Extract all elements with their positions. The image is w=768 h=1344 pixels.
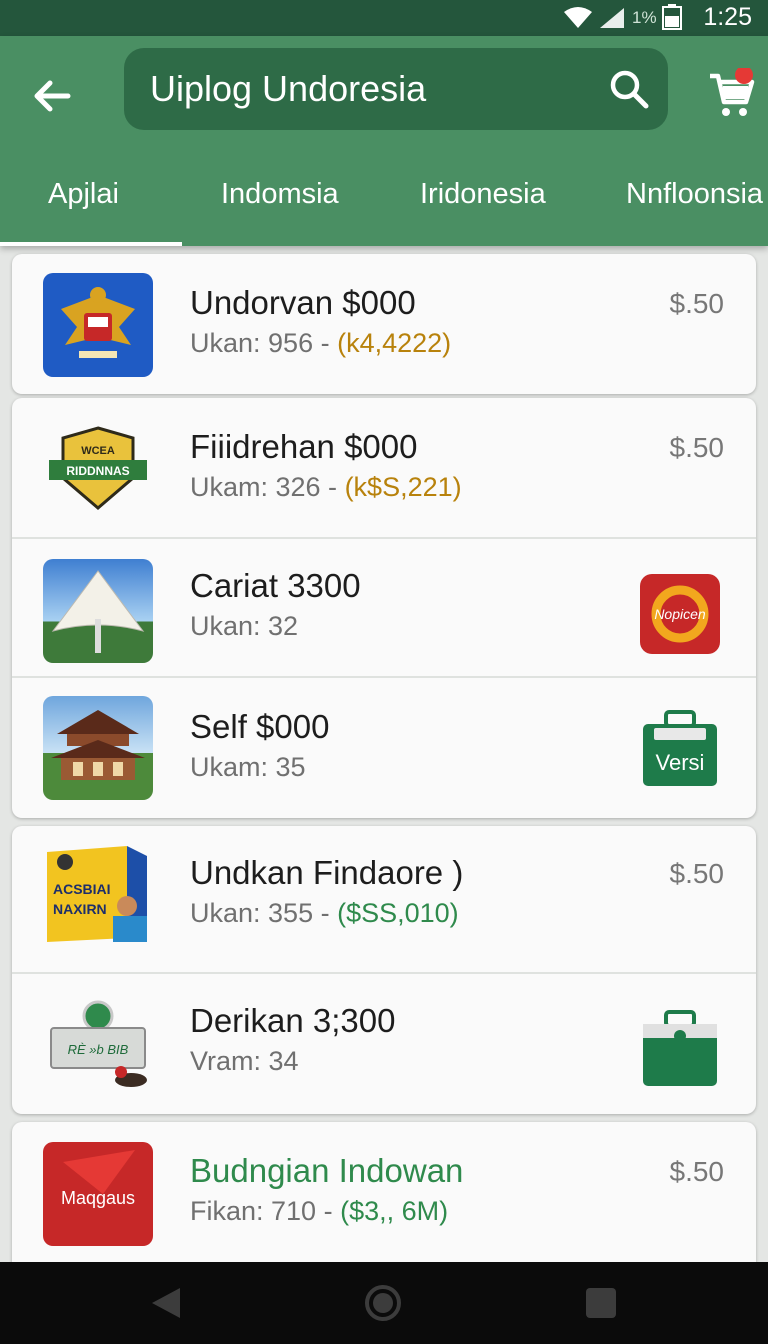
ring-icon: Nopicen [651,585,709,643]
list-item[interactable]: WCEA RIDDNNAS Fiiidrehan $000 Ukam: 326 … [12,398,756,536]
clock: 1:25 [703,3,752,31]
tab-indomsia[interactable]: Indomsia [221,178,339,211]
tab-apjlai[interactable]: Apjlai [48,178,119,211]
app-header: Uiplog Undoresia Apjlai Indomsia Iridone… [0,36,768,246]
tab-indicator [0,242,182,246]
wifi-icon [564,7,592,28]
item-subtitle: Ukan: 32 [190,611,299,641]
signal-icon [600,8,624,28]
briefcase-icon[interactable]: Versi [640,710,720,788]
list-item[interactable]: Cariat 3300 Ukan: 32 Nopicen [12,537,756,675]
item-price: $.50 [669,1156,725,1187]
system-nav-bar [0,1262,768,1344]
badge-text-top: WCEA [81,445,115,457]
product-box-icon: ACSBIAI NAXIRN [47,846,147,942]
list-card: ACSBIAI NAXIRN Undkan Findaore ) Ukan: 3… [12,826,756,1114]
item-subtitle: Ukan: 956 - (k4,4222) [190,328,452,358]
sign-board-icon: RÈ »b BIB [50,1000,147,1087]
red-app-logo-thumbnail: Maqgaus [43,1142,153,1246]
list-card: WCEA RIDDNNAS Fiiidrehan $000 Ukam: 326 … [12,398,756,818]
status-bar: 1% 1:25 [0,0,768,36]
shield-badge-icon: WCEA RIDDNNAS [49,426,147,510]
item-subtitle: Ukan: 355 - ($SS,010) [190,898,459,928]
divider [12,972,756,974]
list-item[interactable]: ACSBIAI NAXIRN Undkan Findaore ) Ukan: 3… [12,826,756,964]
red-app-logo-text: Maqgaus [61,1188,135,1208]
garuda-emblem-thumbnail [43,273,153,377]
arrow-left-icon[interactable] [30,74,74,118]
temple-photo-thumbnail [43,696,153,800]
item-title: Self $000 [190,708,330,745]
cart-icon[interactable] [706,68,756,124]
list-card: Undorvan $000 Ukan: 956 - (k4,4222) $.50 [12,254,756,394]
app-badge-icon[interactable]: Nopicen [640,574,720,654]
item-price: $.50 [669,288,725,319]
recents-square-icon[interactable] [584,1286,618,1320]
badge-logo-thumbnail: WCEA RIDDNNAS [43,416,153,520]
battery-percent: 1% [632,8,657,27]
item-price: $.50 [669,858,725,889]
product-box-thumbnail: ACSBIAI NAXIRN [43,842,153,946]
sign-board-text: RÈ »b BIB [68,1042,129,1057]
back-triangle-icon[interactable] [150,1286,182,1320]
list-item[interactable]: Undorvan $000 Ukan: 956 - (k4,4222) $.50 [12,254,756,392]
briefcase-label: Versi [656,750,705,775]
item-subtitle: Ukam: 35 [190,752,306,782]
item-title: Undkan Findaore ) [190,854,464,891]
sign-board-thumbnail: RÈ »b BIB [43,992,153,1096]
item-title: Undorvan $000 [190,284,416,321]
tab-iridonesia[interactable]: Iridonesia [420,178,546,211]
divider [12,676,756,678]
list-card: Maqgaus Budngian Indowan Fikan: 710 - ($… [12,1122,756,1282]
item-title: Fiiidrehan $000 [190,428,418,465]
item-subtitle: Ukam: 326 - (k$S,221) [190,472,462,502]
tab-bar: Apjlai Indomsia Iridonesia Nnfloonsia [0,166,768,246]
home-circle-icon[interactable] [364,1284,402,1322]
item-title: Derikan 3;300 [190,1002,396,1039]
list-item[interactable]: RÈ »b BIB Derikan 3;300 Vram: 34 [12,972,756,1110]
tent-photo-thumbnail [43,559,153,663]
tab-nnfloonsia[interactable]: Nnfloonsia [626,178,763,211]
badge-text-band: RIDDNNAS [66,464,129,478]
box-text-line2: NAXIRN [53,901,107,917]
search-bar[interactable]: Uiplog Undoresia [124,48,668,130]
list-item[interactable]: Self $000 Ukam: 35 Versi [12,676,756,814]
briefcase-icon-graphic: Versi [643,710,717,786]
tent-icon [51,570,145,653]
list-item[interactable]: Maqgaus Budngian Indowan Fikan: 710 - ($… [12,1122,756,1260]
box-text-line1: ACSBIAI [53,881,111,897]
red-app-logo-icon: Maqgaus [61,1150,135,1208]
temple-icon [51,710,145,780]
item-subtitle: Vram: 34 [190,1046,299,1076]
search-input[interactable]: Uiplog Undoresia [150,68,426,110]
briefcase-icon-graphic [643,1010,717,1086]
item-title: Budngian Indowan [190,1152,464,1189]
divider [12,537,756,539]
search-icon[interactable] [608,68,650,110]
item-subtitle: Fikan: 710 - ($3,, 6M) [190,1196,449,1226]
briefcase-icon[interactable] [640,1010,720,1088]
item-title: Cariat 3300 [190,567,361,604]
battery-icon [662,4,682,30]
app-badge-text: Nopicen [654,606,706,622]
item-price: $.50 [669,432,725,463]
garuda-emblem-icon [61,287,135,358]
